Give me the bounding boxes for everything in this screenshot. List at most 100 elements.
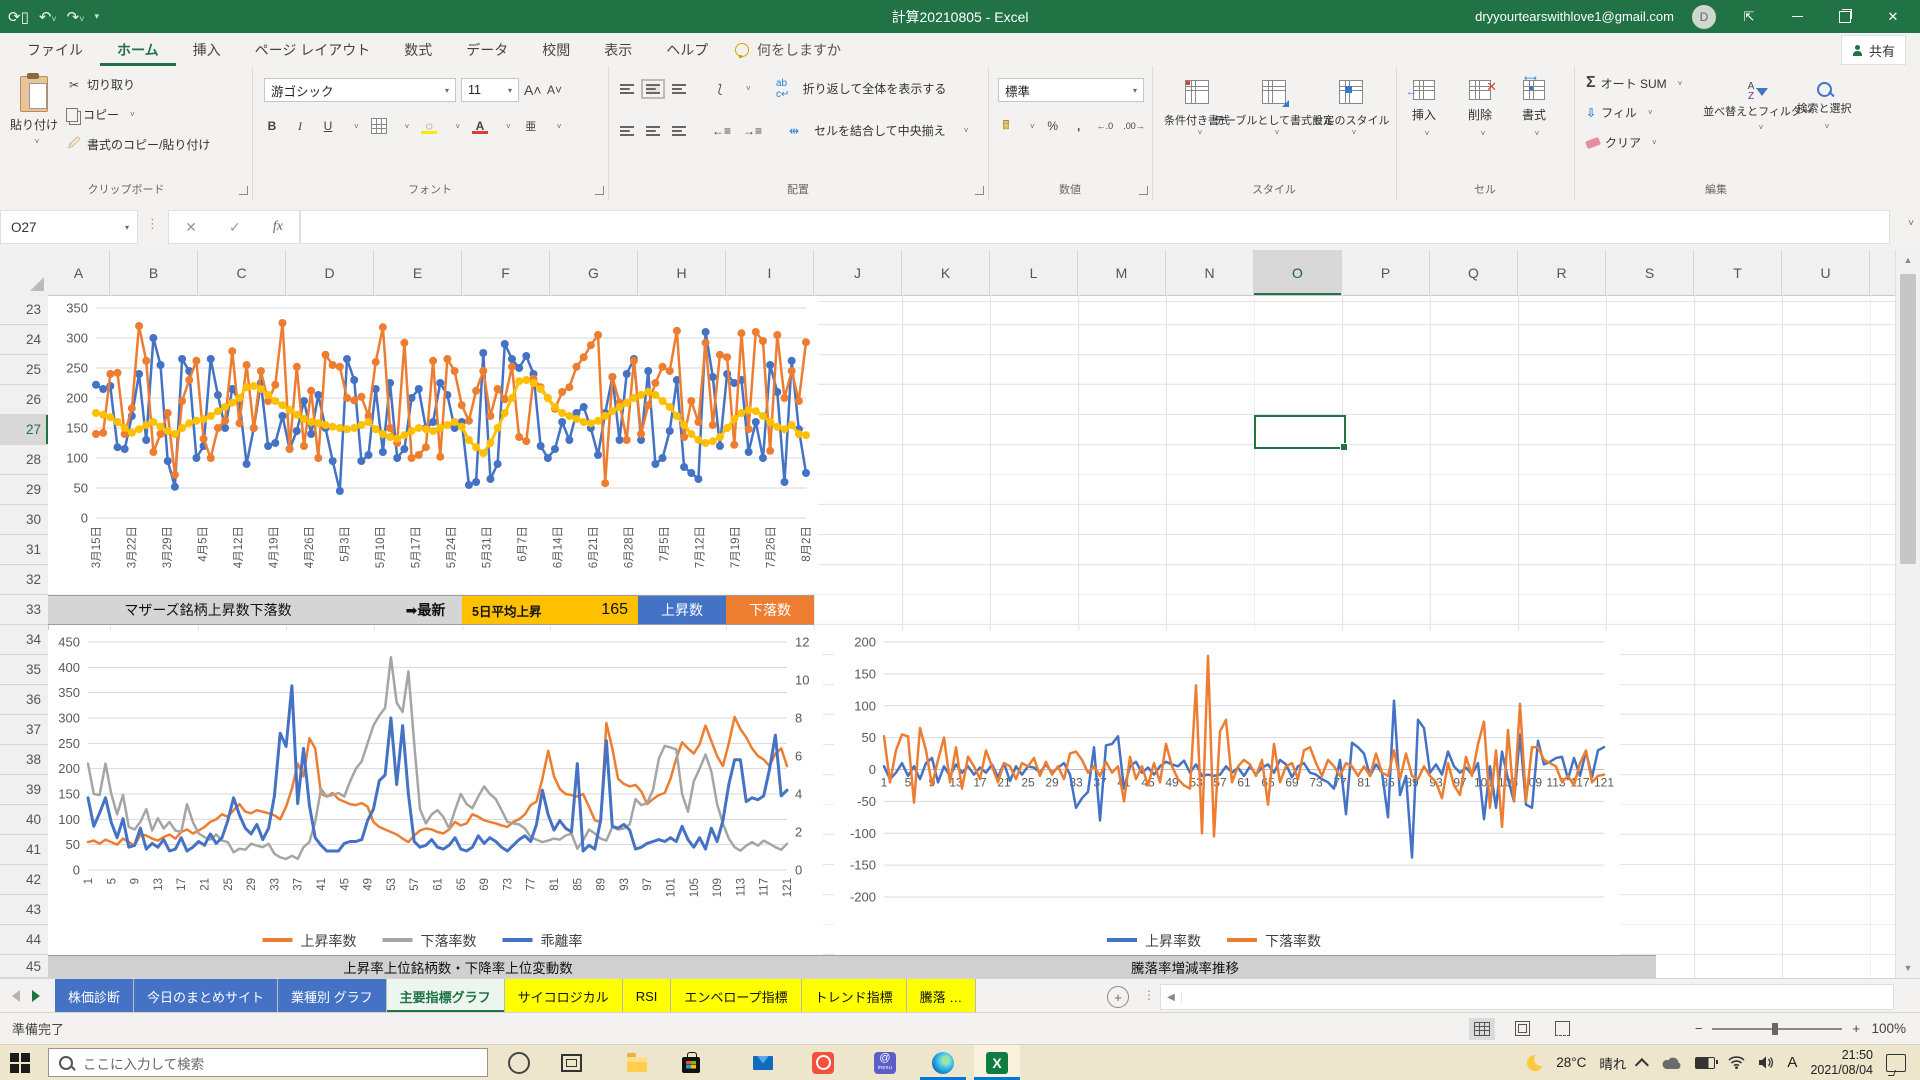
row-header-23[interactable]: 23 (0, 295, 48, 325)
wrap-text-button[interactable]: 折り返して全体を表示する (803, 80, 947, 97)
font-dialog-launcher-icon[interactable] (595, 186, 604, 195)
row-header-24[interactable]: 24 (0, 325, 48, 355)
clipboard-dialog-launcher-icon[interactable] (239, 186, 248, 195)
conditional-formatting-button[interactable]: 条件付き書式 ˅ (1164, 80, 1230, 137)
tab-options-icon[interactable]: ⋮ (1143, 988, 1156, 1002)
name-box[interactable]: O27 ▾ (0, 210, 138, 244)
cut-button[interactable]: ✂ 切り取り (66, 76, 135, 93)
sheet-tab-業種別 グラフ[interactable]: 業種別 グラフ (278, 979, 387, 1013)
restore-button[interactable] (1830, 0, 1860, 33)
delete-cells-button[interactable]: ✕ 削除 ˅ (1468, 79, 1497, 138)
row-header-27[interactable]: 27 (0, 415, 48, 445)
font-color-icon[interactable]: A (472, 118, 488, 134)
sort-filter-button[interactable]: AZ 並べ替えとフィルター ˅ (1703, 82, 1813, 133)
zoom-in-icon[interactable]: + (1852, 1021, 1860, 1036)
clear-button[interactable]: クリア ˅ (1585, 134, 1657, 151)
column-header-R[interactable]: R (1518, 250, 1606, 295)
phonetic-icon[interactable]: 亜 (523, 118, 539, 134)
column-header-Q[interactable]: Q (1430, 250, 1518, 295)
mothers-advancers-decliners-chart[interactable]: 0 50 100 150 200 250 300 350 3月15日 3月22日 3月29日 4月5日… (48, 296, 818, 594)
column-header-F[interactable]: F (462, 250, 550, 295)
mail-icon[interactable] (740, 1045, 786, 1080)
row-header-44[interactable]: 44 (0, 925, 48, 955)
selected-cell-O27[interactable] (1254, 415, 1348, 451)
column-header-U[interactable]: U (1782, 250, 1870, 295)
band33-up-cell[interactable]: 上昇数 (638, 596, 726, 624)
column-header-O[interactable]: O (1254, 250, 1342, 295)
row-header-40[interactable]: 40 (0, 805, 48, 835)
column-header-L[interactable]: L (990, 250, 1078, 295)
font-size-select[interactable]: 11 ▾ (461, 78, 519, 102)
insert-function-icon[interactable]: fx (273, 219, 283, 235)
scroll-up-icon[interactable]: ▲ (1896, 250, 1920, 270)
align-right-icon[interactable] (672, 125, 686, 136)
close-button[interactable]: ✕ (1878, 0, 1908, 33)
align-center-icon[interactable] (646, 125, 660, 136)
clock[interactable]: 21:50 2021/08/04 (1810, 1048, 1873, 1078)
row-header-26[interactable]: 26 (0, 385, 48, 415)
row-header-25[interactable]: 25 (0, 355, 48, 385)
volume-icon[interactable] (1758, 1056, 1774, 1069)
start-button[interactable] (10, 1053, 30, 1073)
row-header-43[interactable]: 43 (0, 895, 48, 925)
italic-button[interactable]: I (292, 118, 308, 134)
battery-icon[interactable] (1695, 1056, 1719, 1069)
autosum-button[interactable]: Σ オート SUM ˅ (1586, 74, 1682, 92)
insert-cells-button[interactable]: ← 挿入 ˅ (1406, 80, 1436, 138)
ribbon-tab-データ[interactable]: データ (449, 33, 525, 66)
menu-app-icon[interactable]: @ menu (862, 1045, 908, 1080)
align-top-icon[interactable] (620, 83, 634, 94)
hidden-icons-chevron[interactable] (1635, 1057, 1650, 1072)
percent-style-button[interactable]: % (1045, 118, 1061, 134)
new-sheet-icon[interactable]: + (1107, 986, 1129, 1008)
fill-button[interactable]: ⇩ フィル ˅ (1586, 104, 1653, 121)
ribbon-tab-ファイル[interactable]: ファイル (10, 33, 100, 66)
formula-input[interactable] (300, 210, 1890, 244)
paste-button[interactable]: 貼り付け ˅ (8, 72, 60, 168)
row-header-30[interactable]: 30 (0, 505, 48, 535)
row-header-36[interactable]: 36 (0, 685, 48, 715)
column-header-A[interactable]: A (48, 250, 110, 295)
column-header-K[interactable]: K (902, 250, 990, 295)
cell-styles-button[interactable]: セルのスタイル ˅ (1313, 80, 1390, 137)
normal-view-icon[interactable] (1469, 1017, 1495, 1040)
number-dialog-launcher-icon[interactable] (1139, 186, 1148, 195)
taskbar-search-input[interactable]: ここに入力して検索 (48, 1048, 488, 1077)
prev-sheet-icon[interactable] (12, 990, 20, 1002)
zoom-level[interactable]: 100% (1871, 1013, 1906, 1044)
column-header-E[interactable]: E (374, 250, 462, 295)
ribbon-display-options-icon[interactable]: ⇱ (1734, 0, 1764, 33)
column-header-T[interactable]: T (1694, 250, 1782, 295)
sheet-tab-主要指標グラフ[interactable]: 主要指標グラフ (386, 979, 505, 1013)
decrease-decimal-icon[interactable]: .00→ (1123, 118, 1145, 134)
row-header-41[interactable]: 41 (0, 835, 48, 865)
row-header-31[interactable]: 31 (0, 535, 48, 565)
share-button[interactable]: 共有 (1840, 35, 1906, 65)
sheet-tab-サイコロジカル[interactable]: サイコロジカル (504, 979, 623, 1013)
select-all-corner[interactable] (0, 250, 49, 296)
bold-button[interactable]: B (264, 118, 280, 134)
horizontal-scrollbar[interactable]: ◀ (1160, 984, 1894, 1010)
ratio-counts-chart[interactable]: 0 50 100 150 200 250 300 350 400 450 0 2 4 6 8 10 12 1 5 9 1… (48, 630, 823, 955)
sheet-tab-騰落 …[interactable]: 騰落 … (906, 979, 977, 1013)
enter-formula-icon[interactable]: ✓ (229, 219, 241, 236)
grow-font-icon[interactable]: A˄ (524, 82, 542, 98)
onedrive-cloud-icon[interactable] (1662, 1056, 1682, 1070)
ime-mode[interactable]: A (1787, 1054, 1797, 1071)
scroll-down-icon[interactable]: ▼ (1896, 958, 1920, 978)
increase-decimal-icon[interactable]: ←.0 (1097, 118, 1114, 134)
zoom-slider-thumb[interactable] (1772, 1022, 1779, 1035)
sheet-tab-RSI[interactable]: RSI (622, 979, 672, 1013)
task-view-icon[interactable] (548, 1045, 594, 1080)
row-header-35[interactable]: 35 (0, 655, 48, 685)
format-painter-button[interactable]: 🖉 書式のコピー/貼り付け (66, 136, 211, 153)
file-explorer-icon[interactable] (614, 1045, 660, 1080)
row-header-33[interactable]: 33 (0, 595, 48, 625)
accounting-format-icon[interactable]: 🖩 (998, 118, 1014, 134)
sheet-tab-エンベロープ指標[interactable]: エンベロープ指標 (671, 979, 802, 1013)
format-as-table-button[interactable]: テーブルとして書式設定 ˅ (1214, 80, 1334, 137)
column-header-M[interactable]: M (1078, 250, 1166, 295)
find-select-button[interactable]: 検索と選択 ˅ (1796, 82, 1852, 131)
sheet-tab-今日のまとめサイト[interactable]: 今日のまとめサイト (134, 979, 279, 1013)
zoom-slider[interactable] (1712, 1022, 1843, 1035)
